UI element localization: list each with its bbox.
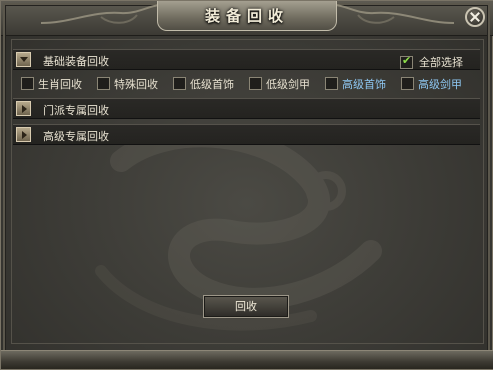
section-sect-label: 门派专属回收 <box>43 104 109 117</box>
category-label: 生肖回收 <box>38 78 82 91</box>
section-advanced-label: 高级专属回收 <box>43 130 109 143</box>
select-all-check-icon[interactable] <box>400 54 413 69</box>
section-basic-label: 基础装备回收 <box>43 55 109 68</box>
expand-arrow-icon[interactable] <box>16 101 31 116</box>
recycle-button[interactable]: 回收 <box>203 295 289 318</box>
checkbox-box[interactable] <box>21 77 34 90</box>
category-label: 低级剑甲 <box>266 78 310 91</box>
collapse-arrow-icon[interactable] <box>16 52 31 67</box>
select-all-label: 全部选择 <box>419 56 463 69</box>
title-ornament-left <box>41 4 160 24</box>
expand-arrow-icon[interactable] <box>16 127 31 142</box>
checkbox-box[interactable] <box>173 77 186 90</box>
checkbox-box[interactable] <box>97 77 110 90</box>
section-sect[interactable]: 门派专属回收 <box>13 98 480 119</box>
checkbox-box[interactable] <box>249 77 262 90</box>
recycle-window: 装备回收 基础装备回收 全部选择 生肖回收 特殊回收 低级首饰 低级剑甲 高级首饰 高级剑… <box>0 0 493 370</box>
close-button[interactable] <box>465 7 485 27</box>
title-ornament-right <box>335 4 454 24</box>
category-label: 低级首饰 <box>190 78 234 91</box>
window-title: 装备回收 <box>204 7 289 25</box>
category-label: 高级首饰 <box>342 78 386 91</box>
checkbox-box[interactable] <box>325 77 338 90</box>
category-label: 特殊回收 <box>114 78 158 91</box>
section-advanced[interactable]: 高级专属回收 <box>13 124 480 145</box>
window-bottom-frame <box>1 350 493 369</box>
checkbox-box[interactable] <box>401 77 414 90</box>
category-label: 高级剑甲 <box>418 78 462 91</box>
